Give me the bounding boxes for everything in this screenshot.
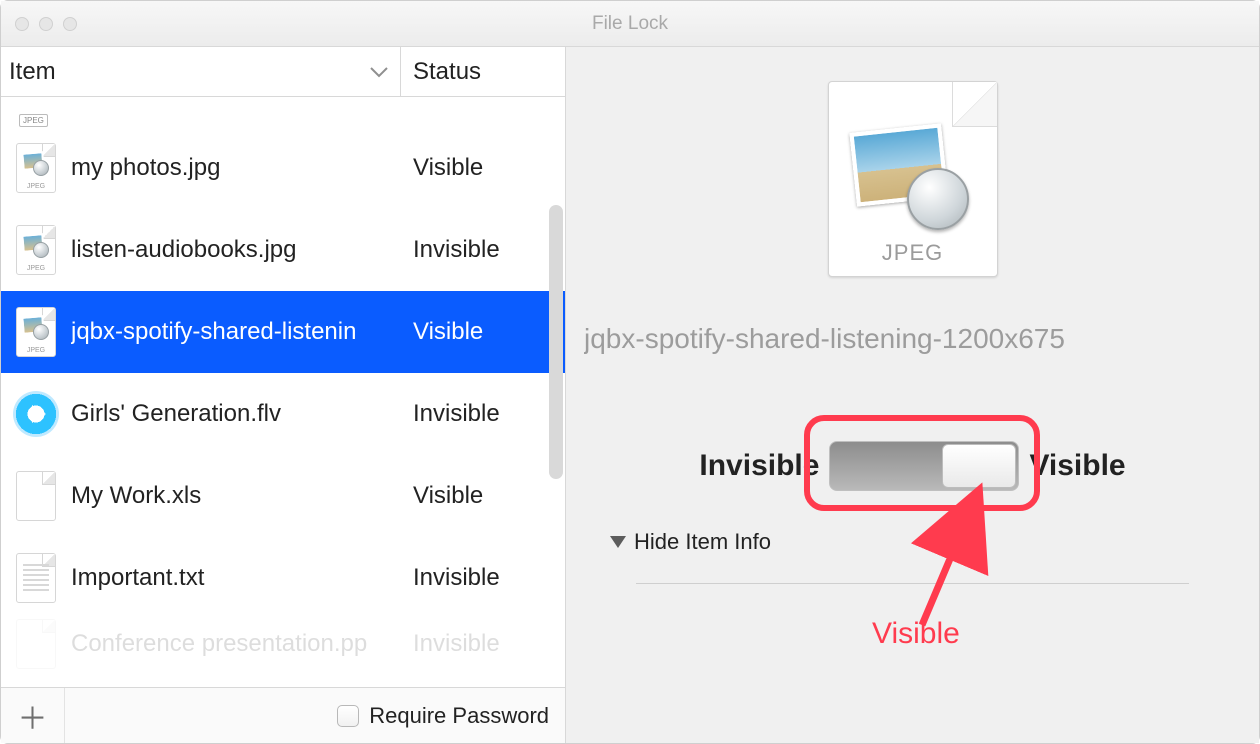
toggle-label-visible: Visible bbox=[1029, 449, 1125, 483]
play-icon bbox=[13, 391, 59, 437]
hide-item-info-label: Hide Item Info bbox=[634, 529, 771, 555]
file-type-icon bbox=[1, 225, 71, 275]
table-row[interactable]: Important.txt Invisible bbox=[1, 537, 565, 619]
file-status: Visible bbox=[401, 318, 565, 346]
column-header-item-label: Item bbox=[9, 58, 56, 86]
checkbox-icon bbox=[337, 705, 359, 727]
chevron-down-icon bbox=[370, 66, 388, 78]
filetype-tag: JPEG bbox=[19, 114, 48, 127]
file-status: Invisible bbox=[401, 400, 565, 428]
file-status: Visible bbox=[401, 482, 565, 510]
require-password-checkbox[interactable]: Require Password bbox=[337, 703, 565, 729]
minimize-window-button[interactable] bbox=[39, 17, 53, 31]
file-name: Important.txt bbox=[71, 564, 401, 592]
visibility-toggle[interactable] bbox=[829, 441, 1019, 491]
add-button[interactable]: ＋ bbox=[1, 688, 65, 743]
titlebar: File Lock bbox=[1, 1, 1259, 47]
table-row[interactable]: JPEG bbox=[1, 97, 565, 127]
file-status: Visible bbox=[401, 154, 565, 182]
file-type-icon bbox=[1, 307, 71, 357]
table-row[interactable]: Conference presentation.pp Invisible bbox=[1, 619, 565, 669]
triangle-down-icon bbox=[610, 536, 626, 548]
column-headers: Item Status bbox=[1, 47, 565, 97]
table-row[interactable]: jqbx-spotify-shared-listenin Visible bbox=[1, 291, 565, 373]
file-name: My Work.xls bbox=[71, 482, 401, 510]
file-status: Invisible bbox=[401, 630, 565, 658]
file-name: jqbx-spotify-shared-listenin bbox=[71, 318, 401, 346]
bottom-bar: ＋ Require Password bbox=[1, 687, 565, 743]
detail-filename: jqbx-spotify-shared-listening-1200x675 bbox=[584, 323, 1241, 355]
plus-icon: ＋ bbox=[18, 694, 48, 738]
file-type-icon bbox=[1, 471, 71, 521]
file-status: Invisible bbox=[401, 236, 565, 264]
column-header-status-label: Status bbox=[413, 58, 481, 86]
hide-item-info-toggle[interactable]: Hide Item Info bbox=[610, 529, 1259, 555]
column-header-item[interactable]: Item bbox=[1, 47, 401, 96]
file-status: Invisible bbox=[401, 564, 565, 592]
toggle-knob-icon bbox=[942, 444, 1016, 488]
toggle-label-invisible: Invisible bbox=[699, 449, 819, 483]
divider bbox=[636, 583, 1189, 584]
window-controls bbox=[1, 17, 77, 31]
file-name: listen-audiobooks.jpg bbox=[71, 236, 401, 264]
window-title: File Lock bbox=[1, 13, 1259, 35]
table-row[interactable]: listen-audiobooks.jpg Invisible bbox=[1, 209, 565, 291]
file-type-icon bbox=[1, 143, 71, 193]
table-row[interactable]: My Work.xls Visible bbox=[1, 455, 565, 537]
file-name: Conference presentation.pp bbox=[71, 630, 401, 658]
main-split: Item Status JPEG my photos.jpg Visible bbox=[1, 47, 1259, 743]
file-type-icon bbox=[1, 391, 71, 437]
file-name: my photos.jpg bbox=[71, 154, 401, 182]
file-type-label: JPEG bbox=[829, 240, 997, 266]
table-row[interactable]: Girls' Generation.flv Invisible bbox=[1, 373, 565, 455]
file-type-icon bbox=[1, 619, 71, 669]
file-type-icon bbox=[1, 553, 71, 603]
file-preview: JPEG bbox=[828, 81, 998, 277]
zoom-window-button[interactable] bbox=[63, 17, 77, 31]
annotation-label: Visible bbox=[872, 617, 960, 651]
file-list: JPEG my photos.jpg Visible listen-audiob… bbox=[1, 97, 565, 687]
vertical-scrollbar[interactable] bbox=[549, 205, 563, 479]
file-name: Girls' Generation.flv bbox=[71, 400, 401, 428]
visibility-toggle-row: Invisible Visible bbox=[566, 441, 1259, 491]
table-row[interactable]: my photos.jpg Visible bbox=[1, 127, 565, 209]
close-window-button[interactable] bbox=[15, 17, 29, 31]
file-list-pane: Item Status JPEG my photos.jpg Visible bbox=[1, 47, 566, 743]
detail-pane: JPEG jqbx-spotify-shared-listening-1200x… bbox=[566, 47, 1259, 743]
require-password-label: Require Password bbox=[369, 703, 549, 729]
loupe-icon bbox=[907, 168, 969, 230]
column-header-status[interactable]: Status bbox=[401, 47, 565, 96]
